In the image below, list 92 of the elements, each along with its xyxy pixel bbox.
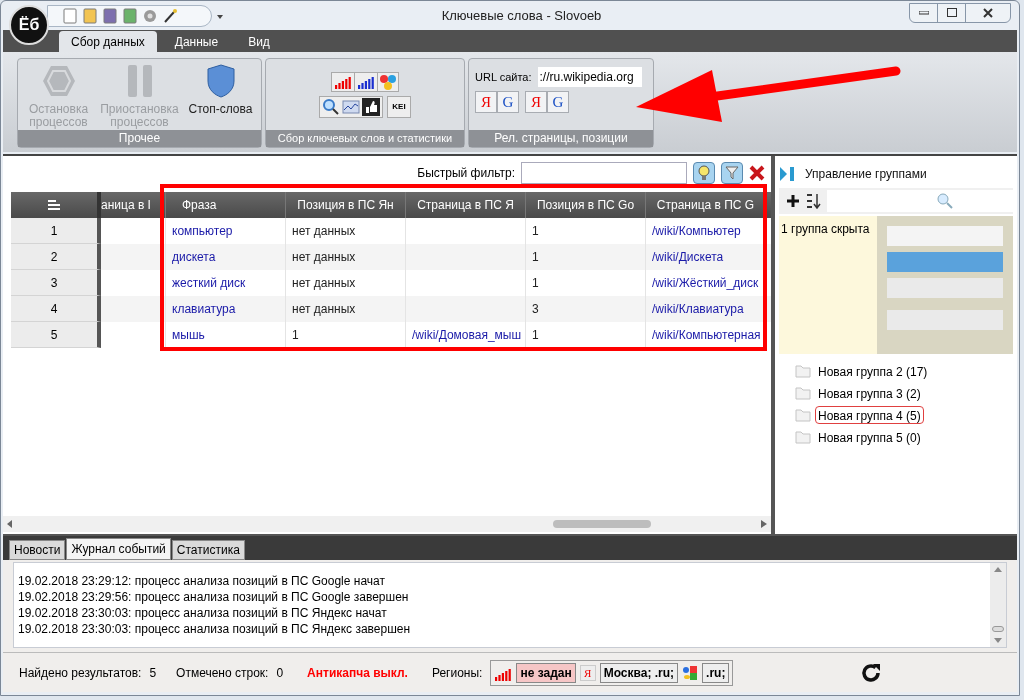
scroll-down-icon[interactable]: [994, 638, 1002, 643]
horizontal-scrollbar[interactable]: [3, 516, 771, 532]
table-cell[interactable]: дискета: [172, 248, 216, 266]
table-cell-text: 1: [532, 275, 539, 292]
window-title: Ключевые слова - Slovoeb: [441, 6, 602, 25]
scroll-thumb[interactable]: [992, 626, 1004, 632]
table-cell-text: нет данных: [292, 223, 356, 240]
table-cell[interactable]: /wiki/Домовая_мыш: [412, 326, 522, 344]
vertical-scrollbar[interactable]: [990, 563, 1006, 647]
kei-button[interactable]: KEI: [387, 95, 411, 118]
yandex-button[interactable]: Я: [475, 91, 497, 113]
regions-label: Регионы:: [431, 664, 483, 682]
close-icon[interactable]: [749, 165, 765, 181]
lightbulb-button[interactable]: [693, 162, 715, 184]
table-cell-text: 1: [532, 249, 539, 266]
minimize-icon: [918, 10, 929, 15]
table-cell[interactable]: /wiki/Дискета: [652, 248, 724, 266]
log-line: 19.02.2018 23:29:12: процесс анализа позиций в ПС Google начат: [18, 573, 386, 589]
found-count: 5: [149, 664, 157, 682]
table-cell-text: нет данных: [292, 275, 356, 292]
table-cell[interactable]: компьютер: [172, 222, 233, 240]
filter-button[interactable]: [721, 162, 743, 184]
row-number-cell: 5: [11, 322, 101, 348]
line-chart-icon[interactable]: [342, 97, 361, 116]
table-cell[interactable]: /wiki/Компьютер: [652, 222, 741, 240]
table-cell[interactable]: /wiki/Компьютерная: [652, 326, 761, 344]
ribbon-tab[interactable]: Вид: [236, 31, 282, 52]
table-cell-text: 1: [532, 327, 539, 344]
found-label: Найдено результатов:: [19, 664, 142, 682]
scroll-left-icon[interactable]: [7, 520, 13, 528]
region-value[interactable]: не задан: [516, 662, 576, 683]
table-cell-text: нет данных: [292, 301, 356, 318]
group-item[interactable]: Новая группа 3 (2): [815, 384, 924, 402]
google-button[interactable]: G: [547, 91, 569, 113]
table-cell[interactable]: жесткий диск: [172, 274, 246, 292]
marked-count: 0: [276, 664, 284, 682]
scroll-right-icon[interactable]: [761, 520, 767, 528]
hexagon-icon: [40, 63, 77, 99]
table-cell[interactable]: /wiki/Клавиатура: [652, 300, 744, 318]
yandex-button[interactable]: Я: [525, 91, 547, 113]
url-field[interactable]: ://ru.wikipedia.org: [537, 67, 642, 87]
filter-field[interactable]: [521, 162, 687, 184]
wand-icon[interactable]: [162, 7, 178, 24]
group-label: Прочее: [18, 130, 261, 147]
yandex-logo: Я: [579, 664, 596, 681]
marked-label: Отмечено строк:: [176, 664, 269, 682]
ribbon-button[interactable]: Стоп-слова: [181, 63, 260, 116]
collapse-panel-icon[interactable]: [779, 166, 797, 182]
thumbs-up-icon[interactable]: [362, 97, 381, 116]
panel-tab[interactable]: Журнал событий: [66, 538, 171, 560]
table-cell-text: 1: [292, 327, 299, 344]
shield-icon: [205, 63, 236, 99]
row-number-cell: 3: [11, 270, 101, 296]
group-item[interactable]: Новая группа 4 (5): [815, 406, 924, 424]
group-label: Сбор ключевых слов и статистики: [266, 130, 464, 147]
log-line: 19.02.2018 23:30:03: процесс анализа позиций в ПС Яндекс завершен: [18, 621, 412, 637]
panel-title: Управление группами: [805, 166, 927, 183]
panel-tab[interactable]: Статистика: [171, 540, 245, 560]
table-cell[interactable]: /wiki/Жёсткий_диск: [652, 274, 759, 292]
panel-tab[interactable]: Новости: [9, 540, 66, 560]
table-cell-text: 1: [532, 223, 539, 240]
colored-blocks-icon: [682, 664, 699, 681]
scroll-up-icon[interactable]: [994, 567, 1002, 572]
ribbon-tab[interactable]: Данные: [162, 31, 231, 52]
log-line: 19.02.2018 23:30:03: процесс анализа позиций в ПС Яндекс начат: [18, 605, 388, 621]
region-value[interactable]: .ru;: [702, 662, 730, 683]
sort-icon[interactable]: [47, 199, 61, 211]
google-button[interactable]: G: [497, 91, 519, 113]
colored-dots-icon[interactable]: [378, 72, 398, 91]
row-number-cell: 4: [11, 296, 101, 322]
maximize-icon: [946, 8, 957, 17]
search-icon[interactable]: [322, 97, 341, 116]
group-item[interactable]: Новая группа 5 (0): [815, 428, 924, 446]
log-line: 19.02.2018 23:29:56: процесс анализа позиций в ПС Google завершен: [18, 589, 410, 605]
hidden-groups-note: 1 группа скрыта: [780, 221, 871, 238]
filter-label: Быстрый фильтр:: [417, 165, 515, 182]
plus-icon[interactable]: [787, 195, 799, 207]
ribbon-tab[interactable]: Сбор данных: [59, 31, 157, 52]
table-cell-text: нет данных: [292, 249, 356, 266]
refresh-icon[interactable]: [860, 661, 883, 684]
close-icon: [983, 7, 993, 18]
group-item[interactable]: Новая группа 2 (17): [815, 362, 931, 380]
table-cell[interactable]: клавиатура: [172, 300, 236, 318]
row-number-cell: 1: [11, 218, 101, 244]
table-cell[interactable]: мышь: [172, 326, 205, 344]
row-number-cell: 2: [11, 244, 101, 270]
app-logo[interactable]: Ёб: [9, 5, 49, 45]
table-cell-text: 3: [532, 301, 539, 318]
region-value[interactable]: Москва; .ru;: [599, 662, 679, 683]
group-label: Рел. страницы, позиции: [469, 130, 653, 147]
url-label: URL сайта:: [475, 69, 532, 85]
anticaptcha-status: Антикапча выкл.: [307, 664, 408, 682]
